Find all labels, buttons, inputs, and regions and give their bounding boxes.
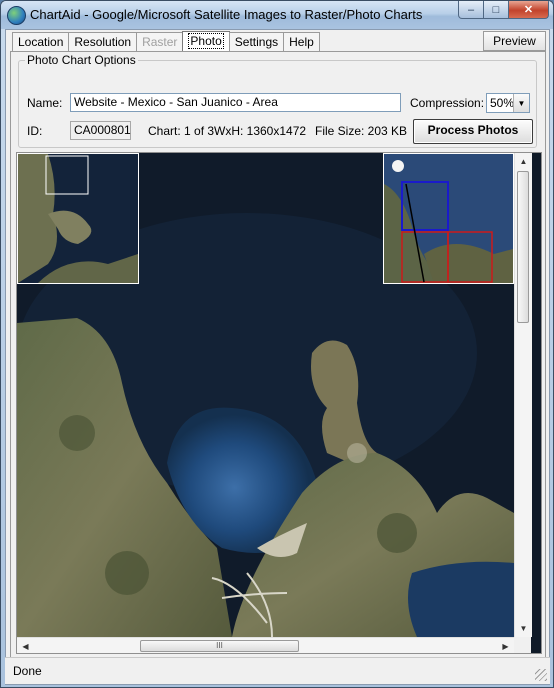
photo-viewer: ▲ ▼ ◀ III ▶ [16,152,542,654]
vertical-scroll-thumb[interactable] [517,171,529,323]
overview-map-graphic [18,154,138,283]
close-button[interactable]: ✕ [508,1,549,19]
tab-photo[interactable]: Photo [182,31,230,52]
arrow-down-icon[interactable]: ▼ [515,620,532,637]
compression-value: 50% [490,96,515,110]
minimize-icon: – [467,3,475,16]
maximize-icon: □ [492,3,500,16]
chevron-down-icon[interactable]: ▼ [513,94,529,112]
horizontal-scroll-thumb[interactable]: III [140,640,299,652]
tab-label: Raster [142,35,178,49]
overview-map-graphic [384,154,513,283]
tab-resolution[interactable]: Resolution [68,32,138,51]
satellite-image[interactable] [17,153,514,637]
minimize-button[interactable]: – [458,1,484,19]
window-title: ChartAid - Google/Microsoft Satellite Im… [30,7,423,22]
process-photos-button[interactable]: Process Photos [413,119,533,144]
id-field: CA000801 [70,121,131,140]
id-label: ID: [27,124,43,138]
name-input[interactable]: Website - Mexico - San Juanico - Area [70,93,401,112]
close-icon: ✕ [523,4,534,16]
title-bar[interactable]: ChartAid - Google/Microsoft Satellite Im… [1,1,553,29]
preview-button[interactable]: Preview [483,31,546,51]
app-window: ChartAid - Google/Microsoft Satellite Im… [0,0,554,688]
photo-tab-panel: Photo Chart Options Name: Website - Mexi… [10,51,546,660]
grip-icon: III [216,641,223,650]
tab-label: Location [18,35,64,49]
scrollbar-corner [514,637,531,653]
tab-label: Photo [188,33,224,49]
vertical-scrollbar[interactable]: ▲ ▼ [514,153,532,637]
resize-grip-icon[interactable] [535,669,547,681]
tab-label: Help [289,35,314,49]
overview-thumbnail-left[interactable] [17,153,139,284]
compression-select[interactable]: 50% ▼ [486,93,530,113]
status-text: Done [13,664,42,678]
tab-settings[interactable]: Settings [228,32,285,51]
compression-label: Compression: [410,96,485,110]
arrow-up-icon[interactable]: ▲ [515,153,532,170]
globe-icon [7,6,26,25]
photo-chart-options-group: Photo Chart Options Name: Website - Mexi… [18,53,537,148]
tab-raster[interactable]: Raster [136,32,184,51]
file-size: File Size: 203 KB [315,124,408,138]
chart-count: Chart: 1 of 3 [148,124,215,138]
arrow-left-icon[interactable]: ◀ [17,638,34,653]
maximize-button[interactable]: □ [483,1,509,19]
tab-strip: Location Resolution Raster Photo Setting… [12,31,320,52]
overview-thumbnail-right[interactable] [383,153,514,284]
tab-label: Resolution [74,35,132,49]
arrow-right-icon[interactable]: ▶ [497,638,514,653]
name-label: Name: [27,96,63,110]
horizontal-scrollbar[interactable]: ◀ III ▶ [17,637,514,653]
client-area: Location Resolution Raster Photo Setting… [5,29,550,685]
tab-location[interactable]: Location [12,32,70,51]
tab-label: Settings [234,35,279,49]
tab-help[interactable]: Help [283,32,320,51]
chart-dimensions: WxH: 1360x1472 [214,124,307,138]
status-bar: Done [5,657,550,684]
group-title: Photo Chart Options [25,53,138,67]
